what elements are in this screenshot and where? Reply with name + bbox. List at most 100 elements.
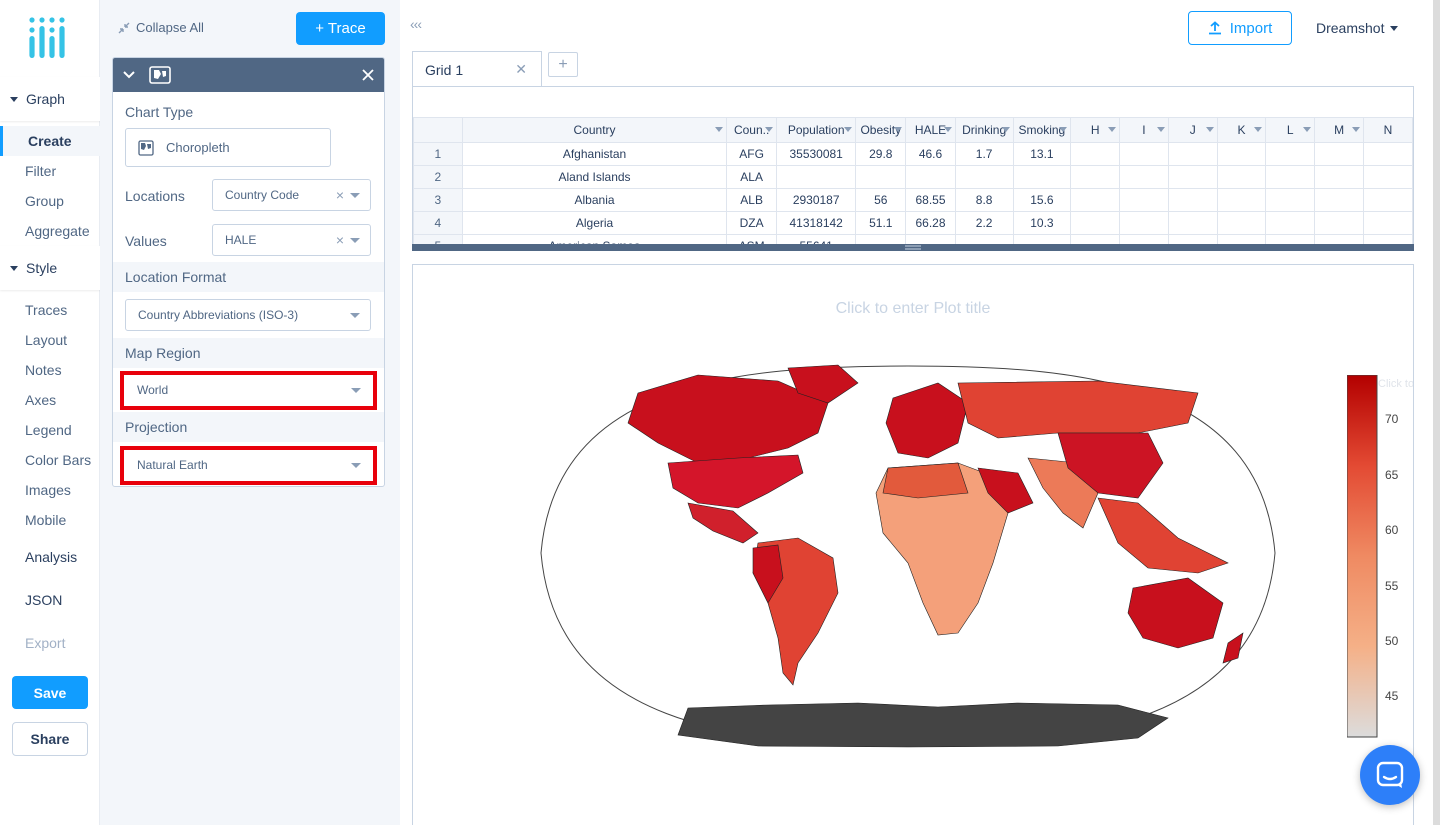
table-cell[interactable] [1363, 142, 1413, 166]
trace-card-header[interactable] [113, 58, 384, 92]
table-cell[interactable] [1216, 188, 1267, 212]
tab-grid-1[interactable]: Grid 1 ✕ [412, 51, 542, 87]
choropleth-map[interactable] [538, 363, 1278, 748]
collapse-all-button[interactable]: Collapse All [118, 20, 204, 35]
table-cell[interactable] [1363, 165, 1413, 189]
column-header[interactable]: L [1265, 117, 1316, 143]
locations-dropdown[interactable]: Country Code × [212, 179, 371, 211]
table-cell[interactable]: 13.1 [1012, 142, 1072, 166]
column-header[interactable]: H [1070, 117, 1121, 143]
table-cell[interactable] [1070, 165, 1121, 189]
nav-item-color-bars[interactable]: Color Bars [0, 445, 100, 475]
table-cell[interactable]: 41318142 [775, 211, 857, 235]
table-cell[interactable]: 66.28 [905, 211, 956, 235]
column-header[interactable]: Country [461, 117, 728, 143]
table-cell[interactable] [1363, 211, 1413, 235]
filter-icon[interactable] [764, 127, 773, 132]
table-cell[interactable] [1119, 188, 1169, 212]
table-cell[interactable] [855, 165, 907, 189]
nav-item-images[interactable]: Images [0, 475, 100, 505]
chart-type-selector[interactable]: Choropleth [125, 128, 331, 167]
grid-resize-handle[interactable] [412, 244, 1414, 251]
table-cell[interactable]: 1.7 [954, 142, 1014, 166]
filter-icon[interactable] [1352, 127, 1361, 132]
table-cell[interactable]: 8.8 [954, 188, 1014, 212]
colorbar[interactable]: 70 65 60 55 50 45 Click to enter [1347, 375, 1413, 739]
filter-icon[interactable] [1001, 127, 1010, 132]
table-cell[interactable] [1167, 188, 1218, 212]
table-cell[interactable]: 46.6 [905, 142, 956, 166]
values-dropdown[interactable]: HALE × [212, 224, 371, 256]
column-header[interactable]: Coun.. [726, 117, 777, 143]
filter-icon[interactable] [894, 127, 903, 132]
table-cell[interactable]: Algeria [461, 211, 728, 235]
clear-icon[interactable]: × [336, 187, 344, 203]
table-cell[interactable]: Aland Islands [461, 165, 728, 189]
user-menu[interactable]: Dreamshot [1316, 20, 1399, 36]
table-cell[interactable] [1119, 211, 1169, 235]
nav-item-aggregate[interactable]: Aggregate [0, 216, 100, 246]
nav-item-legend[interactable]: Legend [0, 415, 100, 445]
table-cell[interactable] [1216, 142, 1267, 166]
column-header[interactable]: I [1119, 117, 1169, 143]
table-cell[interactable] [1265, 165, 1316, 189]
location-format-dropdown[interactable]: Country Abbreviations (ISO-3) [125, 299, 371, 331]
table-cell[interactable]: 68.55 [905, 188, 956, 212]
table-cell[interactable]: 35530081 [775, 142, 857, 166]
table-cell[interactable]: 15.6 [1012, 188, 1072, 212]
close-icon[interactable]: ✕ [515, 61, 527, 78]
row-number[interactable]: 4 [413, 211, 463, 235]
table-cell[interactable] [1167, 165, 1218, 189]
corner-cell[interactable] [413, 117, 463, 143]
chat-support-button[interactable] [1360, 745, 1420, 805]
table-cell[interactable] [1070, 211, 1121, 235]
column-header[interactable]: N [1363, 117, 1413, 143]
filter-icon[interactable] [1303, 127, 1312, 132]
table-cell[interactable] [1070, 188, 1121, 212]
filter-icon[interactable] [715, 127, 724, 132]
nav-item-mobile[interactable]: Mobile [0, 505, 100, 535]
table-cell[interactable]: Albania [461, 188, 728, 212]
import-button[interactable]: Import [1188, 11, 1292, 45]
nav-section-style[interactable]: Style [0, 246, 100, 290]
table-cell[interactable]: ALB [726, 188, 777, 212]
column-header[interactable]: Drinking [954, 117, 1014, 143]
table-cell[interactable]: 51.1 [855, 211, 907, 235]
table-cell[interactable] [905, 165, 956, 189]
table-cell[interactable] [1265, 142, 1316, 166]
row-number[interactable]: 1 [413, 142, 463, 166]
chevron-down-icon[interactable] [123, 70, 135, 80]
table-cell[interactable] [1216, 165, 1267, 189]
filter-icon[interactable] [943, 127, 952, 132]
nav-json[interactable]: JSON [25, 592, 62, 608]
nav-item-layout[interactable]: Layout [0, 325, 100, 355]
nav-item-filter[interactable]: Filter [0, 156, 100, 186]
nav-section-graph[interactable]: Graph [0, 77, 100, 121]
column-header[interactable]: M [1314, 117, 1365, 143]
table-cell[interactable] [1119, 142, 1169, 166]
filter-icon[interactable] [1156, 127, 1165, 132]
column-header[interactable]: J [1167, 117, 1218, 143]
add-trace-button[interactable]: + Trace [296, 12, 385, 45]
table-cell[interactable] [1012, 165, 1072, 189]
column-header[interactable]: Obesity [855, 117, 907, 143]
table-cell[interactable] [1167, 211, 1218, 235]
nav-item-traces[interactable]: Traces [0, 295, 100, 325]
table-cell[interactable]: 29.8 [855, 142, 907, 166]
filter-icon[interactable] [844, 127, 853, 132]
table-cell[interactable]: 56 [855, 188, 907, 212]
plotly-logo[interactable] [28, 16, 72, 60]
table-cell[interactable]: 10.3 [1012, 211, 1072, 235]
save-button[interactable]: Save [12, 676, 88, 709]
table-cell[interactable] [775, 165, 857, 189]
nav-item-group[interactable]: Group [0, 186, 100, 216]
column-header[interactable]: Smoking [1012, 117, 1072, 143]
column-header[interactable]: Population [775, 117, 857, 143]
collapse-panel-button[interactable]: ‹‹‹ [410, 16, 422, 32]
filter-icon[interactable] [1059, 127, 1068, 132]
table-cell[interactable] [1314, 188, 1365, 212]
table-cell[interactable]: Afghanistan [461, 142, 728, 166]
nav-item-create[interactable]: Create [0, 126, 100, 156]
table-cell[interactable]: AFG [726, 142, 777, 166]
table-cell[interactable] [1265, 211, 1316, 235]
